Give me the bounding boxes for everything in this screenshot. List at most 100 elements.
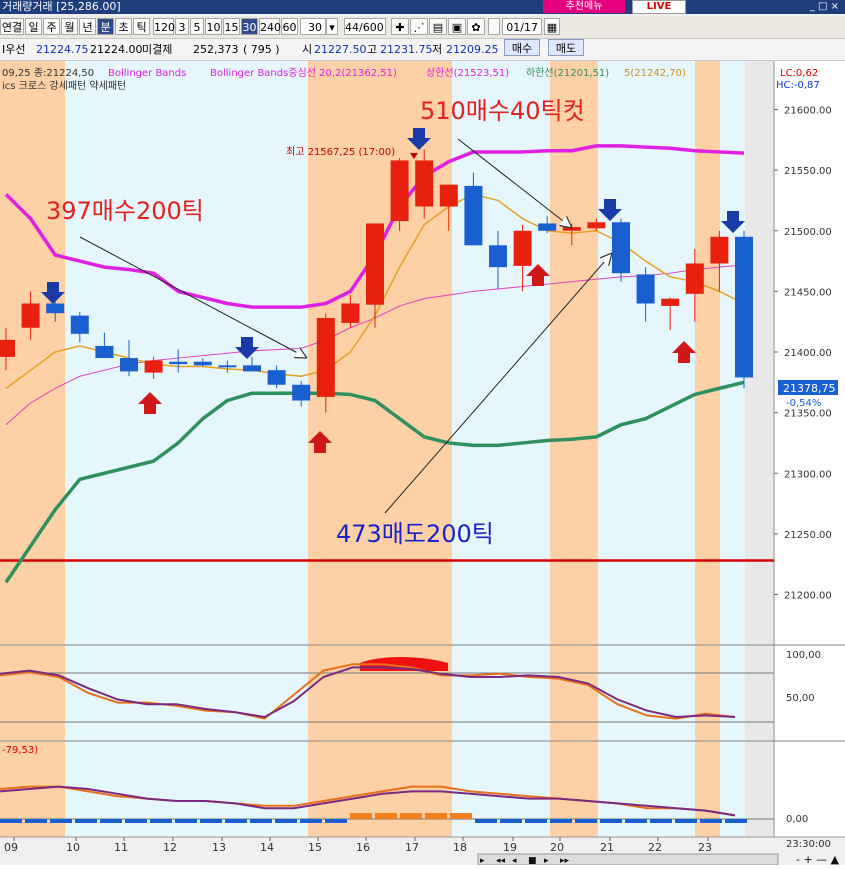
x-tick-label-12: 21 xyxy=(600,841,614,854)
osc2-hist-bar-4 xyxy=(100,819,122,823)
interval-button-1[interactable]: 3 xyxy=(175,18,189,35)
range-input[interactable]: 44/600 xyxy=(344,18,386,35)
candle-body-4 xyxy=(95,345,114,359)
y-tick-label-2: 21500.00 xyxy=(784,227,832,238)
x-tick-label-10: 19 xyxy=(503,841,517,854)
session-shade-0 xyxy=(0,61,65,837)
legend-bb: Bollinger Bands xyxy=(108,68,186,79)
settings-icon[interactable]: ▤ xyxy=(429,18,447,35)
osc1-axis-50: 50,00 xyxy=(786,693,815,704)
scroll-control-0[interactable]: ▸ xyxy=(480,856,485,866)
osc2-label: -79,53) xyxy=(2,745,38,756)
period-toolbar: 연결 일 주 월 년 분 초 틱 120 3 5 10 15 30 240 60 30 ▾ 44/600 ✚ ⋰ ▤ ▣ ✿ 0… xyxy=(0,16,845,39)
osc2-hist-bar-16 xyxy=(400,813,422,819)
osc2-hist-bar-6 xyxy=(150,819,172,823)
window-controls[interactable]: _ □ × xyxy=(810,0,839,14)
draw-icon[interactable]: ⋰ xyxy=(410,18,428,35)
zoom-controls[interactable]: - + — ▲ xyxy=(796,853,840,866)
candle-body-17 xyxy=(415,160,434,207)
scrollbar[interactable] xyxy=(477,853,779,866)
period-button-1[interactable]: 일 xyxy=(25,18,42,35)
session-shade-7 xyxy=(720,61,745,837)
session-shading xyxy=(0,61,775,837)
osc2-hist-bar-24 xyxy=(600,819,622,823)
interval-button-3[interactable]: 10 xyxy=(205,18,222,35)
osc2-hist-bar-18 xyxy=(450,813,472,819)
open-label: 시 xyxy=(302,43,313,56)
osc2-hist-bar-14 xyxy=(350,813,372,819)
calendar-icon[interactable]: ▦ xyxy=(544,18,560,35)
osc2-hist-bar-22 xyxy=(550,819,572,823)
lc-label: LC:0,62 xyxy=(780,68,818,79)
candle-body-13 xyxy=(316,318,335,397)
gear-icon[interactable]: ✿ xyxy=(467,18,485,35)
osc2-hist-bar-3 xyxy=(75,819,97,823)
y-tick-label-8: 21200.00 xyxy=(784,591,832,602)
candle-body-29 xyxy=(710,236,729,264)
x-tick-label-0: 09 xyxy=(4,841,18,854)
y-tick-label-7: 21250.00 xyxy=(784,530,832,541)
period-button-6[interactable]: 초 xyxy=(115,18,132,35)
crosshair-icon[interactable]: ✚ xyxy=(391,18,409,35)
candle-body-10 xyxy=(243,365,261,372)
scroll-control-5[interactable]: ▸▸ xyxy=(560,856,570,866)
x-tick-label-1: 10 xyxy=(66,841,80,854)
osc2-hist-bar-5 xyxy=(125,819,147,823)
title-bar: 거래량거래 [25,286.00] 추천메뉴 LIVE _ □ × xyxy=(0,0,845,14)
candle-body-21 xyxy=(513,230,532,266)
period-button-3[interactable]: 월 xyxy=(61,18,78,35)
future-area xyxy=(745,61,775,837)
scroll-control-3[interactable]: ■ xyxy=(528,856,537,866)
compare-checkbox[interactable] xyxy=(488,18,500,35)
count-dropdown[interactable]: ▾ xyxy=(326,18,338,35)
unfilled-change: ( 795 ) xyxy=(243,43,280,56)
candle-body-2 xyxy=(46,303,65,314)
interval-button-2[interactable]: 5 xyxy=(190,18,204,35)
period-button-2[interactable]: 주 xyxy=(43,18,60,35)
legend-bb-mid: Bollinger Bands중심선 20,2(21362,51) xyxy=(210,67,397,79)
count-input[interactable]: 30 xyxy=(300,18,326,35)
candle-body-22 xyxy=(538,223,557,231)
interval-button-5[interactable]: 30 xyxy=(241,18,258,35)
interval-button-6[interactable]: 240 xyxy=(259,18,281,35)
sell-button[interactable]: 매도 xyxy=(548,39,584,56)
interval-button-4[interactable]: 15 xyxy=(223,18,240,35)
buy-button[interactable]: 매수 xyxy=(504,39,540,56)
time-footer: 23:30:00 xyxy=(786,839,831,850)
candle-body-3 xyxy=(70,315,89,334)
scroll-control-4[interactable]: ▸ xyxy=(544,856,549,866)
interval-button-7[interactable]: 60 xyxy=(281,18,298,35)
chart-svg[interactable]: 21600.00 21550.00 21500.00 21450.00 21400.00… xyxy=(0,61,845,866)
session-shade-4 xyxy=(550,61,598,837)
candle-body-1 xyxy=(21,303,40,328)
annotation-510: 510매수40틱컷 xyxy=(420,97,585,125)
save-icon[interactable]: ▣ xyxy=(448,18,466,35)
scroll-control-2[interactable]: ◂ xyxy=(512,856,517,866)
open-value: 21227.50 xyxy=(314,43,367,56)
y-tick-label-5: 21350.00 xyxy=(784,409,832,420)
price-2: 21224.00 xyxy=(90,43,143,56)
period-button-5[interactable]: 분 xyxy=(97,18,114,35)
live-button[interactable]: LIVE xyxy=(632,0,686,14)
period-button-4[interactable]: 년 xyxy=(79,18,96,35)
osc2-hist-bar-10 xyxy=(250,819,272,823)
candle-body-12 xyxy=(292,384,311,401)
price-box-value: 21378,75 xyxy=(783,382,836,395)
high-value: 21231.75 xyxy=(380,43,433,56)
chart-area[interactable]: 21600.00 21550.00 21500.00 21450.00 21400.00… xyxy=(0,61,845,866)
y-tick-label-6: 21300.00 xyxy=(784,469,832,480)
x-tick-label-4: 13 xyxy=(212,841,226,854)
osc2-hist-bar-0 xyxy=(0,819,22,823)
osc2-hist-bar-2 xyxy=(50,819,72,823)
interval-button-0[interactable]: 120 xyxy=(153,18,175,35)
recommend-menu-button[interactable]: 추천메뉴 xyxy=(543,0,625,13)
quote-label: I우선 xyxy=(2,43,26,56)
x-tick-label-7: 16 xyxy=(356,841,370,854)
date-input[interactable]: 01/17 xyxy=(502,18,542,35)
x-tick-label-3: 12 xyxy=(163,841,177,854)
period-button-7[interactable]: 틱 xyxy=(133,18,150,35)
candle-body-6 xyxy=(144,360,163,373)
period-button-0[interactable]: 연결 xyxy=(0,18,24,35)
scroll-control-1[interactable]: ◂◂ xyxy=(496,856,506,866)
osc2-axis-0: 0,00 xyxy=(786,814,808,825)
